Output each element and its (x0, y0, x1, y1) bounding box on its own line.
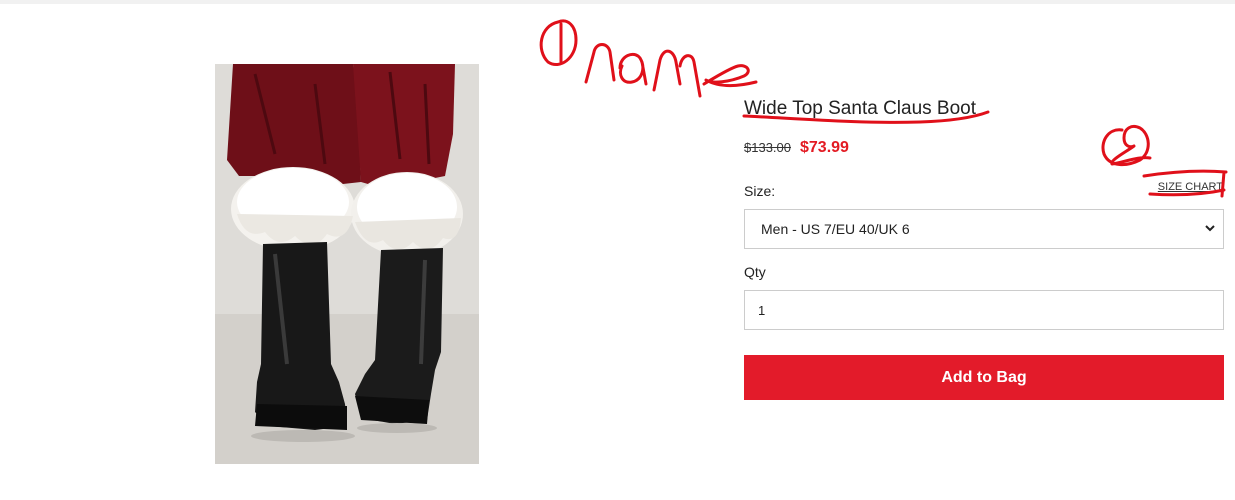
add-to-bag-button[interactable]: Add to Bag (744, 355, 1224, 400)
annotation-overlay (539, 19, 1228, 198)
qty-label: Qty (744, 264, 766, 280)
qty-input[interactable]: 1 (744, 290, 1224, 330)
price-row: $133.00 $73.99 (744, 139, 849, 157)
top-bar (0, 0, 1235, 4)
annotation-number-one (539, 19, 578, 66)
qty-value: 1 (758, 302, 766, 318)
annotation-scribble-name (584, 43, 758, 98)
size-chart-link[interactable]: SIZE CHART (1158, 181, 1223, 193)
chevron-down-icon (1203, 221, 1217, 238)
product-title: Wide Top Santa Claus Boot (744, 98, 977, 119)
size-select-value: Men - US 7/EU 40/UK 6 (761, 221, 910, 237)
sale-price: $73.99 (800, 139, 849, 156)
product-image[interactable] (215, 64, 479, 464)
annotation-number-two (1101, 124, 1152, 166)
size-select[interactable]: Men - US 7/EU 40/UK 6 (744, 209, 1224, 249)
size-label: Size: (744, 183, 776, 199)
original-price: $133.00 (744, 140, 791, 155)
